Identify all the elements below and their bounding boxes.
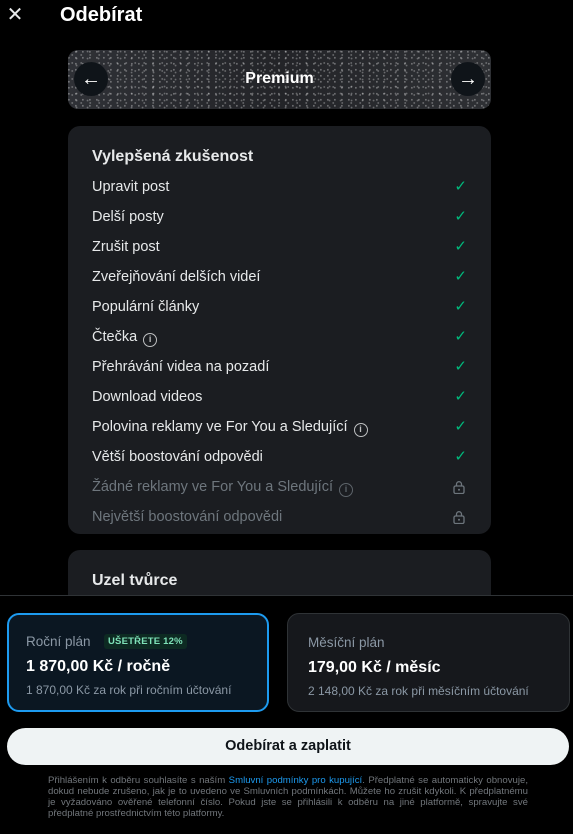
terms-link[interactable]: Smluvní podmínky pro kupující — [229, 775, 363, 786]
tier-title: Premium — [245, 70, 314, 87]
feature-label: Čtečka — [92, 329, 138, 345]
arrow-right-icon[interactable]: → — [451, 62, 485, 96]
check-icon: ✓ — [454, 328, 467, 345]
lock-icon — [453, 480, 465, 495]
feature-label: Přehrávání videa na pozadí — [92, 359, 270, 375]
subscribe-and-pay-button[interactable]: Odebírat a zaplatit — [7, 728, 569, 765]
features-card: Vylepšená zkušenost Upravit post ✓ Delší p… — [68, 126, 491, 534]
feature-item: Zveřejňování delších videí ✓ — [92, 266, 467, 288]
legal-text: Přihlášením k odběru souhlasíte s naším … — [48, 775, 528, 819]
features-card-title: Vylepšená zkušenost — [92, 148, 254, 165]
check-icon: ✓ — [454, 418, 467, 435]
feature-label: Největší boostování odpovědi — [92, 509, 283, 525]
feature-label: Delší posty — [92, 209, 164, 225]
feature-item: Populární články ✓ — [92, 296, 467, 318]
info-icon[interactable]: i — [143, 333, 158, 347]
feature-label: Upravit post — [92, 179, 170, 195]
check-icon: ✓ — [454, 448, 467, 465]
feature-item: Upravit post ✓ — [92, 176, 467, 198]
feature-item: Zrušit post ✓ — [92, 236, 467, 258]
feature-item: Větší boostování odpovědi ✓ — [92, 446, 467, 468]
header: ✕ Odebírat — [0, 0, 573, 34]
creator-card-title: Uzel tvůrce — [92, 572, 178, 589]
plan-option-monthly[interactable]: Měsíční plán 179,00 Kč / měsíc 2 148,00 … — [287, 613, 570, 712]
feature-item: Největší boostování odpovědi — [92, 506, 467, 528]
page-title: Odebírat — [60, 4, 143, 26]
plan-label: Měsíční plán — [308, 635, 385, 650]
check-icon: ✓ — [454, 208, 467, 225]
plan-price: 179,00 Kč / měsíc — [308, 659, 441, 676]
check-icon: ✓ — [454, 298, 467, 315]
feature-item: Polovina reklamy ve For You a Sledující i… — [92, 416, 467, 438]
check-icon: ✓ — [454, 388, 467, 405]
feature-label: Zrušit post — [92, 239, 160, 255]
check-icon: ✓ — [454, 268, 467, 285]
feature-label: Žádné reklamy ve For You a Sledující — [92, 479, 333, 495]
feature-label: Větší boostování odpovědi — [92, 449, 263, 465]
plan-note: 1 870,00 Kč za rok při ročním účtování — [26, 683, 232, 697]
check-icon: ✓ — [454, 238, 467, 255]
plan-option-yearly[interactable]: Roční plán UŠETŘETE 12% 1 870,00 Kč / ro… — [7, 613, 269, 712]
legal-text-start: Přihlášením k odběru souhlasíte s naším — [48, 775, 229, 786]
plan-note: 2 148,00 Kč za rok při měsíčním účtování — [308, 684, 529, 698]
info-icon[interactable]: i — [353, 423, 368, 437]
lock-icon — [453, 510, 465, 525]
plan-selection-panel: Roční plán UŠETŘETE 12% 1 870,00 Kč / ro… — [0, 595, 573, 834]
feature-label: Zveřejňování delších videí — [92, 269, 261, 285]
savings-badge: UŠETŘETE 12% — [104, 634, 187, 649]
check-icon: ✓ — [454, 358, 467, 375]
feature-label: Populární články — [92, 299, 200, 315]
plan-price: 1 870,00 Kč / ročně — [26, 658, 171, 675]
feature-item: Žádné reklamy ve For You a Sledující i — [92, 476, 467, 498]
premium-banner: ← Premium → — [68, 50, 491, 109]
close-icon[interactable]: ✕ — [4, 4, 26, 26]
plan-label: Roční plán — [26, 634, 91, 649]
feature-item: Download videos ✓ — [92, 386, 467, 408]
check-icon: ✓ — [454, 178, 467, 195]
feature-label: Download videos — [92, 389, 203, 405]
feature-label: Polovina reklamy ve For You a Sledující — [92, 419, 348, 435]
feature-item: Přehrávání videa na pozadí ✓ — [92, 356, 467, 378]
feature-item: Čtečka i ✓ — [92, 326, 467, 348]
feature-item: Delší posty ✓ — [92, 206, 467, 228]
info-icon[interactable]: i — [339, 483, 353, 497]
